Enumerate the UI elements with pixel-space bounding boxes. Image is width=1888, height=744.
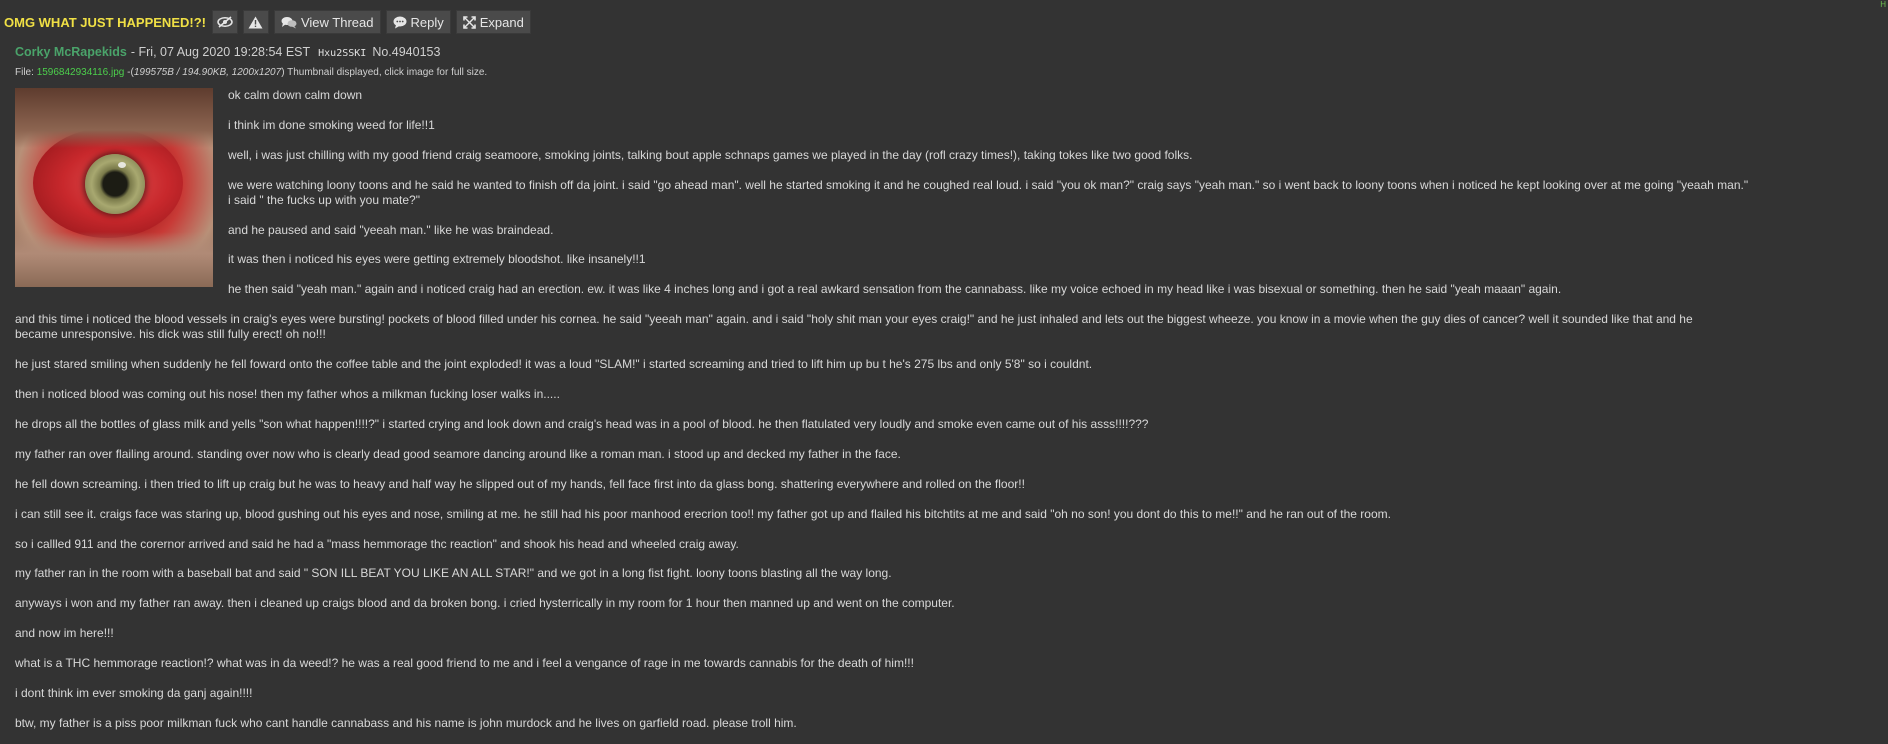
expand-label: Expand	[479, 14, 524, 30]
file-dash: -(	[127, 67, 134, 78]
file-link[interactable]: 1596842934116.jpg	[37, 67, 125, 78]
message-line: i think im done smoking weed for life!!1	[228, 118, 435, 132]
report-button[interactable]	[242, 10, 269, 34]
corner-mark[interactable]: H	[1880, 0, 1886, 9]
poster-name: Corky McRapekids	[15, 45, 127, 59]
comments-icon	[281, 16, 297, 29]
warning-icon	[248, 16, 263, 29]
thumbnail-glint	[118, 162, 126, 168]
message-line: my father ran over flailing around. stan…	[15, 447, 901, 461]
message-line: what is a THC hemmorage reaction!? what …	[15, 656, 914, 670]
comment-icon	[393, 16, 407, 29]
poster-id[interactable]: Hxu2SSKI	[318, 48, 366, 59]
eye-slash-icon	[217, 16, 233, 28]
message-line: became unresponsive. his dick was still …	[15, 327, 326, 341]
message-line: i dont think im ever smoking da ganj aga…	[15, 686, 253, 700]
thumbnail-upper-lid	[15, 88, 213, 148]
thread-title: OMG WHAT JUST HAPPENED!?!	[4, 14, 206, 30]
post-info: Corky McRapekids - Fri, 07 Aug 2020 19:2…	[15, 45, 440, 59]
message-line: my father ran in the room with a basebal…	[15, 566, 892, 580]
expand-arrows-icon	[462, 15, 476, 29]
message-line: and he paused and said "yeeah man." like…	[228, 223, 554, 237]
expand-button[interactable]: Expand	[455, 10, 531, 34]
hide-post-button[interactable]	[211, 10, 238, 34]
view-thread-label: View Thread	[300, 14, 374, 30]
message-line: ok calm down calm down	[228, 88, 363, 102]
message-line: i said " the fucks up with you mate?"	[228, 193, 420, 207]
message-line: and now im here!!!	[15, 626, 114, 640]
thumbnail-lower-lid	[15, 232, 213, 287]
file-info: File: 1596842934116.jpg -(199575B / 194.…	[15, 67, 487, 78]
thread-header-bar: OMG WHAT JUST HAPPENED!?! View Thread Re…	[4, 10, 531, 34]
post-thumbnail[interactable]	[15, 88, 213, 287]
reply-label: Reply	[410, 14, 444, 30]
message-line: we were watching loony toons and he said…	[228, 178, 1749, 192]
message-line: so i callled 911 and the corernor arrive…	[15, 537, 739, 551]
view-thread-button[interactable]: View Thread	[273, 10, 381, 34]
reply-button[interactable]: Reply	[385, 10, 451, 34]
message-line: well, i was just chilling with my good f…	[228, 148, 1193, 162]
post-date: - Fri, 07 Aug 2020 19:28:54 EST	[130, 45, 311, 59]
message-line: he drops all the bottles of glass milk a…	[15, 417, 1149, 431]
message-line: i can still see it. craigs face was star…	[15, 507, 1391, 521]
message-line: it was then i noticed his eyes were gett…	[228, 252, 646, 266]
message-line: then i noticed blood was coming out his …	[15, 387, 560, 401]
file-meta: 199575B / 194.90KB, 1200x1207	[133, 67, 282, 78]
message-line: and this time i noticed the blood vessel…	[15, 312, 1693, 326]
message-line: anyways i won and my father ran away. th…	[15, 596, 955, 610]
thumbnail-iris	[85, 154, 145, 214]
message-line: he fell down screaming. i then tried to …	[15, 477, 1025, 491]
post-number[interactable]: No.4940153	[372, 45, 440, 59]
file-suffix: ) Thumbnail displayed, click image for f…	[281, 67, 488, 78]
message-line: he then said "yeah man." again and i not…	[228, 282, 1562, 296]
message-line: btw, my father is a piss poor milkman fu…	[15, 716, 797, 730]
file-prefix: File:	[15, 67, 34, 78]
thread-page: H OMG WHAT JUST HAPPENED!?! View Thread …	[0, 0, 1888, 744]
message-line: he just stared smiling when suddenly he …	[15, 357, 1093, 371]
